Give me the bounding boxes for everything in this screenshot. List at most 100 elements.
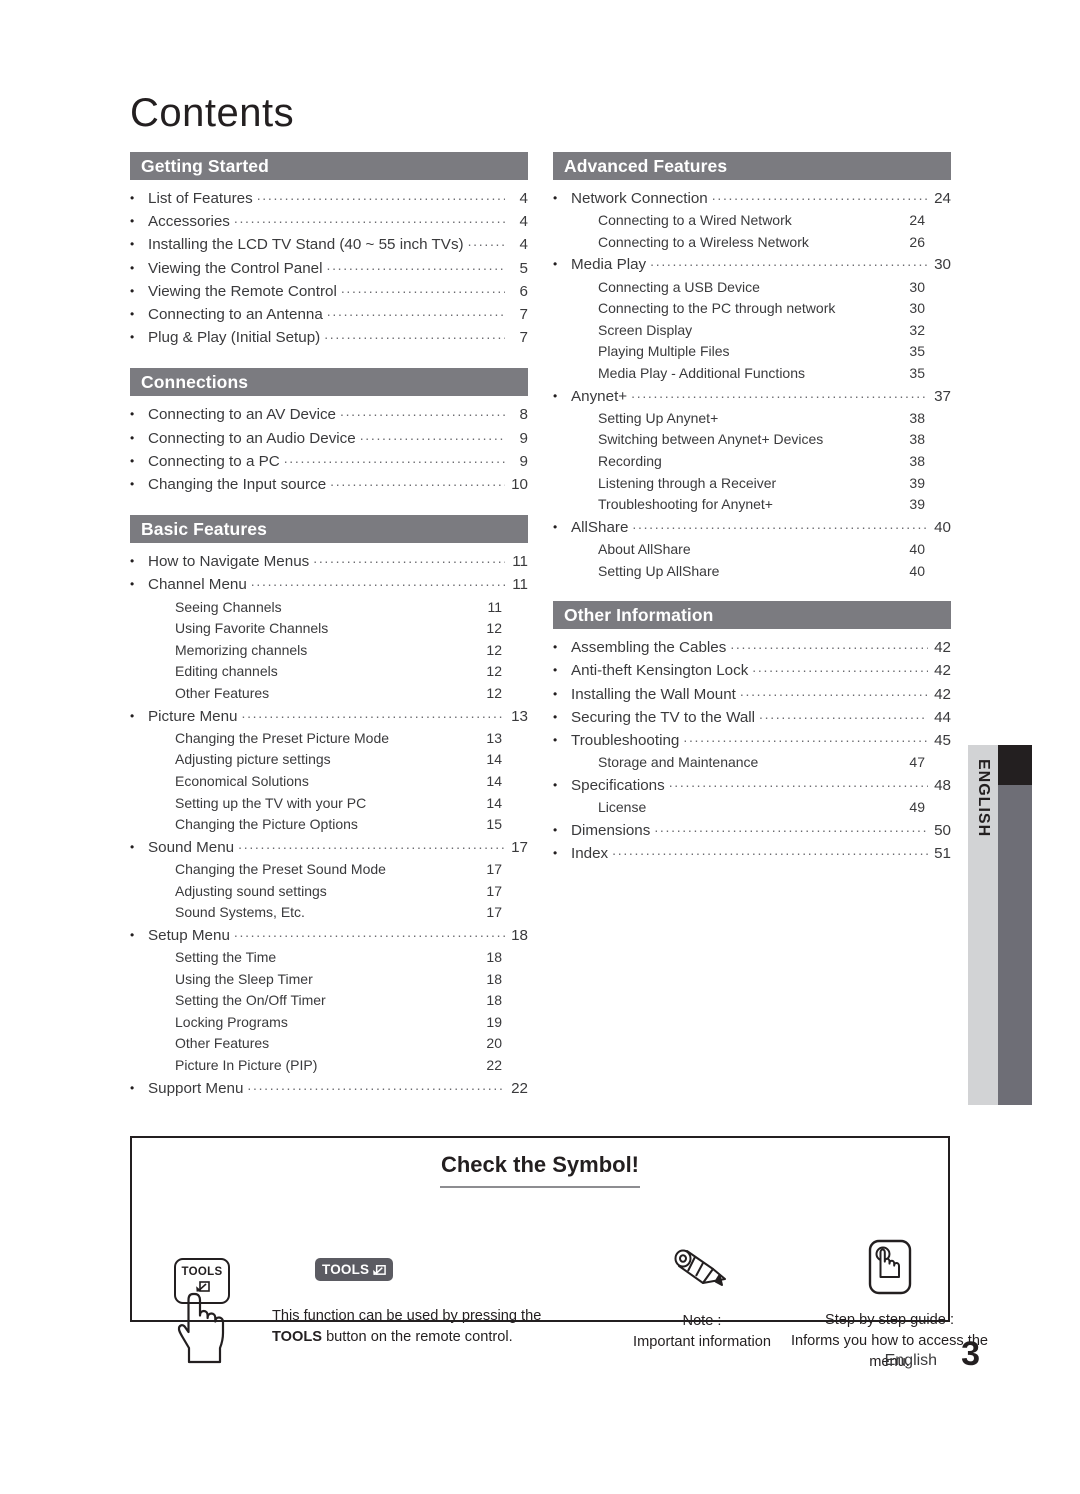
toc-entry-label: Setting the On/Off Timer bbox=[175, 992, 326, 1009]
toc-subentry[interactable]: Memorizing channels 12 bbox=[130, 640, 528, 662]
toc-entry-page-number: 38 bbox=[909, 409, 925, 426]
toc-entry-label: Connecting to a PC bbox=[148, 452, 280, 470]
toc-entry[interactable]: Network Connection 24 bbox=[553, 187, 951, 210]
toc-subentry[interactable]: Switching between Anynet+ Devices 38 bbox=[553, 429, 951, 451]
dot-leader bbox=[654, 816, 928, 838]
toc-entry[interactable]: Anynet+ 37 bbox=[553, 385, 951, 408]
toc-entry-label: Changing the Input source bbox=[148, 476, 327, 494]
toc-entry-page-number: 38 bbox=[909, 452, 925, 469]
toc-entry[interactable]: AllShare 40 bbox=[553, 516, 951, 539]
bullet-icon bbox=[130, 550, 148, 572]
dot-leader bbox=[683, 726, 928, 748]
toc-entry-label: Memorizing channels bbox=[175, 641, 308, 658]
toc-subentry[interactable]: Setting Up Anynet+ 38 bbox=[553, 408, 951, 430]
toc-entry[interactable]: Picture Menu 13 bbox=[130, 705, 528, 728]
bullet-icon bbox=[553, 187, 571, 209]
dot-leader bbox=[360, 424, 505, 446]
toc-entry-page-number: 13 bbox=[511, 707, 528, 725]
toc-entry[interactable]: Changing the Input source 10 bbox=[130, 473, 528, 496]
toc-entry-page-number: 32 bbox=[909, 321, 925, 338]
toc-entry-label: Network Connection bbox=[571, 190, 708, 207]
toc-subentry[interactable]: Changing the Preset Picture Mode 13 bbox=[130, 728, 528, 750]
toc-entry[interactable]: Media Play 30 bbox=[553, 253, 951, 276]
toc-entry-label: Recording bbox=[598, 452, 662, 469]
toc-subentry[interactable]: Other Features 20 bbox=[130, 1033, 528, 1055]
toc-entry-label: Using the Sleep Timer bbox=[175, 970, 313, 987]
toc-subentry[interactable]: Using Favorite Channels 12 bbox=[130, 618, 528, 640]
toc-entry[interactable]: Index 51 bbox=[553, 842, 951, 865]
bullet-icon bbox=[130, 705, 148, 727]
toc-subentry[interactable]: Connecting to the PC through network 30 bbox=[553, 298, 951, 320]
toc-subentry[interactable]: Setting the On/Off Timer 18 bbox=[130, 990, 528, 1012]
toc-entry[interactable]: Support Menu 22 bbox=[130, 1077, 528, 1100]
toc-entry-page-number: 50 bbox=[934, 821, 951, 839]
dot-leader bbox=[234, 207, 505, 229]
bullet-icon bbox=[130, 836, 148, 858]
toc-entry[interactable]: Plug & Play (Initial Setup) 7 bbox=[130, 326, 528, 349]
bullet-icon bbox=[130, 427, 148, 449]
note-symbol-group: Note : Important information bbox=[612, 1245, 792, 1353]
toc-entry[interactable]: Channel Menu 11 bbox=[130, 573, 528, 596]
toc-entry[interactable]: Specifications 48 bbox=[553, 774, 951, 797]
toc-entry-page-number: 30 bbox=[909, 278, 925, 295]
toc-entry-label: Setting the Time bbox=[175, 948, 277, 965]
toc-subentry[interactable]: Adjusting sound settings 17 bbox=[130, 881, 528, 903]
toc-subentry[interactable]: Connecting to a Wired Network 24 bbox=[553, 210, 951, 232]
toc-entry-page-number: 4 bbox=[519, 213, 528, 231]
toc-entry-label: Accessories bbox=[148, 213, 230, 231]
toc-entry-page-number: 40 bbox=[909, 562, 925, 579]
toc-subentry[interactable]: Setting the Time 18 bbox=[130, 947, 528, 969]
document-page: Contents Getting StartedList of Features… bbox=[0, 0, 1080, 1494]
bullet-icon bbox=[553, 706, 571, 728]
bullet-icon bbox=[130, 257, 148, 279]
toc-subentry[interactable]: Seeing Channels 11 bbox=[130, 597, 528, 619]
dot-leader bbox=[330, 470, 505, 492]
toc-subentry[interactable]: Connecting a USB Device 30 bbox=[553, 277, 951, 299]
toc-entry-page-number: 39 bbox=[909, 474, 925, 491]
toc-subentry[interactable]: Adjusting picture settings 14 bbox=[130, 749, 528, 771]
dot-leader bbox=[712, 184, 928, 206]
toc-subentry[interactable]: About AllShare 40 bbox=[553, 539, 951, 561]
footer-page-number: 3 bbox=[961, 1335, 980, 1373]
toc-subentry[interactable]: Setting Up AllShare 40 bbox=[553, 561, 951, 583]
bullet-icon bbox=[130, 1077, 148, 1099]
toc-entry-label: Assembling the Cables bbox=[571, 639, 727, 657]
toc-entry[interactable]: Troubleshooting 45 bbox=[553, 729, 951, 752]
tools-badge-arrow-icon bbox=[373, 1265, 387, 1276]
toc-entry-page-number: 17 bbox=[486, 860, 502, 877]
toc-subentry[interactable]: Locking Programs 19 bbox=[130, 1012, 528, 1034]
bullet-icon bbox=[130, 210, 148, 232]
toc-subentry[interactable]: Screen Display 32 bbox=[553, 320, 951, 342]
toc-subentry[interactable]: Recording 38 bbox=[553, 451, 951, 473]
toc-subentry[interactable]: Using the Sleep Timer 18 bbox=[130, 969, 528, 991]
toc-subentry[interactable]: Changing the Preset Sound Mode 17 bbox=[130, 859, 528, 881]
dot-leader bbox=[313, 547, 505, 569]
toc-entry-page-number: 12 bbox=[486, 641, 502, 658]
toc-subentry[interactable]: Economical Solutions 14 bbox=[130, 771, 528, 793]
toc-entry[interactable]: Setup Menu 18 bbox=[130, 924, 528, 947]
dot-leader bbox=[341, 277, 505, 299]
toc-subentry[interactable]: Listening through a Receiver 39 bbox=[553, 473, 951, 495]
toc-subentry[interactable]: Editing channels 12 bbox=[130, 661, 528, 683]
toc-entry-label: Sound Menu bbox=[148, 838, 235, 856]
toc-entry-label: Adjusting picture settings bbox=[175, 751, 331, 768]
toc-subentry[interactable]: Setting up the TV with your PC 14 bbox=[130, 793, 528, 815]
page-title: Contents bbox=[130, 91, 295, 135]
toc-entry-label: Viewing the Remote Control bbox=[148, 282, 337, 300]
toc-entry-page-number: 22 bbox=[511, 1079, 528, 1097]
toc-entry-page-number: 18 bbox=[486, 948, 502, 965]
toc-subentry[interactable]: Playing Multiple Files 35 bbox=[553, 341, 951, 363]
toc-entry-label: Troubleshooting bbox=[571, 731, 680, 749]
toc-entry[interactable]: Sound Menu 17 bbox=[130, 836, 528, 859]
tools-description-post: button on the remote control. bbox=[322, 1329, 513, 1345]
symbol-box-title-underline bbox=[440, 1186, 640, 1188]
bullet-icon bbox=[553, 774, 571, 796]
dot-leader bbox=[284, 447, 505, 469]
toc-entry-label: Playing Multiple Files bbox=[598, 343, 730, 360]
toc-entry-label: Editing channels bbox=[175, 663, 278, 680]
toc-entry-label: Channel Menu bbox=[148, 576, 247, 594]
toc-entry-page-number: 40 bbox=[934, 518, 951, 536]
toc-entry-label: Changing the Preset Picture Mode bbox=[175, 729, 390, 746]
dot-leader bbox=[251, 570, 505, 592]
toc-entry-page-number: 4 bbox=[519, 236, 528, 254]
